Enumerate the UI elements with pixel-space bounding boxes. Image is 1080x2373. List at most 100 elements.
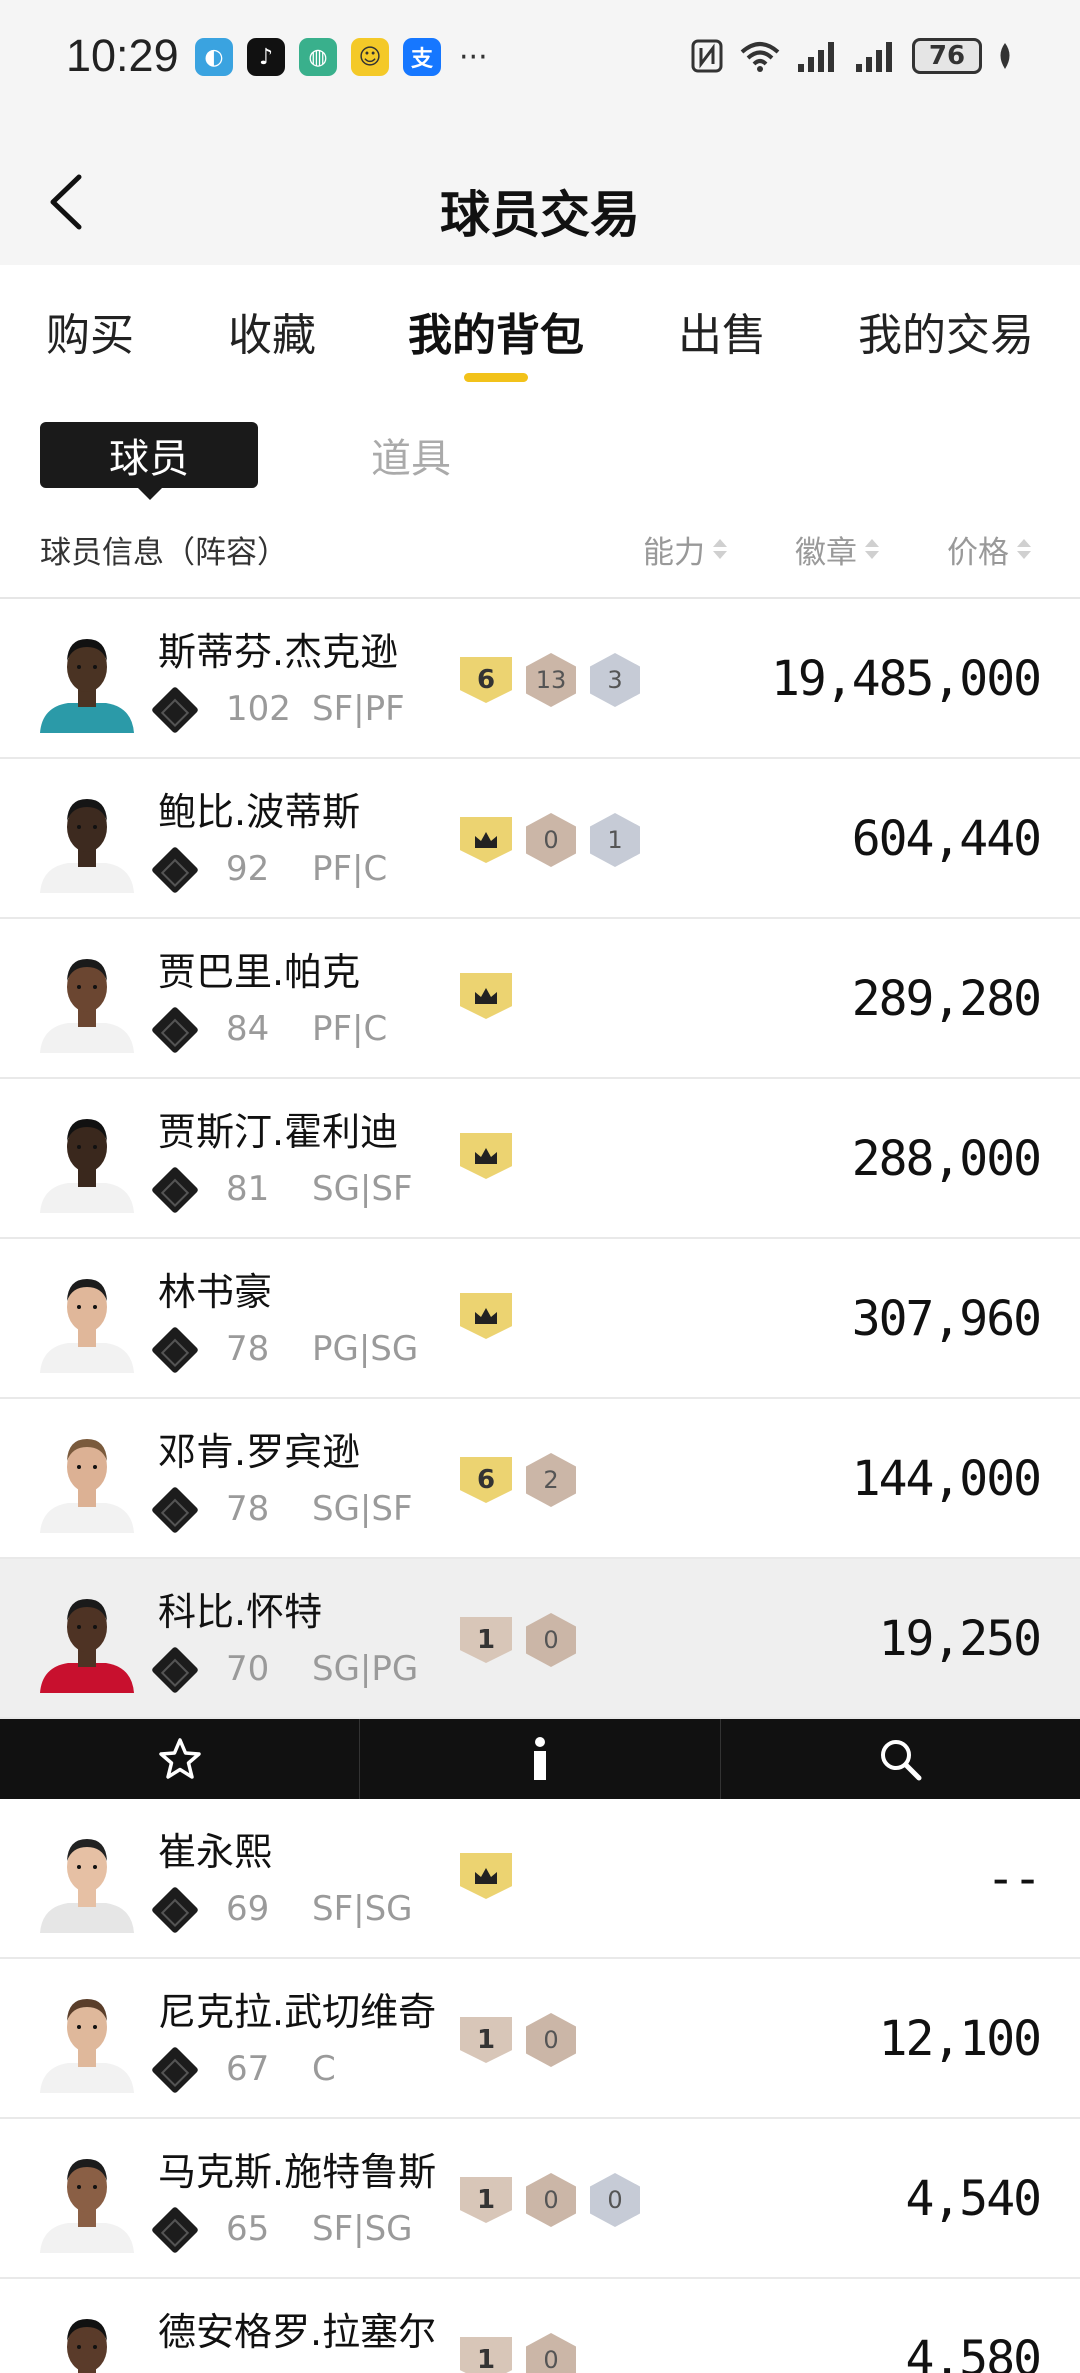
charging-leaf-icon [1000, 43, 1010, 69]
bronze-badge-count: 0 [526, 2013, 576, 2067]
favorite-button[interactable] [0, 1719, 361, 1799]
tier-badge: 6 [460, 1457, 512, 1503]
player-name: 鲍比.波蒂斯 [158, 790, 361, 834]
sort-badges[interactable]: 徽章 [795, 527, 879, 572]
tab-sell[interactable]: 出售 [678, 299, 766, 363]
player-rating: 70 [226, 1649, 270, 1689]
player-price: 19,485,000 [771, 651, 1042, 707]
notification-icons: ◐ ♪ ◍ ☺ 支 ··· [195, 38, 488, 76]
player-price: 19,250 [878, 1611, 1042, 1667]
info-button[interactable] [360, 1719, 721, 1799]
badge-group [460, 1853, 512, 1899]
bronze-badge-count: 2 [526, 1453, 576, 1507]
player-tier-icon [150, 685, 200, 735]
player-avatar [40, 1279, 134, 1373]
player-row[interactable]: 尼克拉.武切维奇 67 C 1 0 12,100 [0, 1959, 1080, 2119]
silver-badge-count: 1 [590, 813, 640, 867]
player-rating: 67 [226, 2049, 270, 2089]
nfc-icon [691, 39, 723, 73]
player-rating: 102 [226, 689, 291, 729]
player-avatar [40, 1439, 134, 1533]
player-tier-icon [150, 1005, 200, 1055]
badge-group [460, 1293, 512, 1339]
player-name: 贾斯汀.霍利迪 [158, 1110, 399, 1154]
tab-favorites[interactable]: 收藏 [228, 299, 316, 363]
segment-items[interactable]: 道具 [302, 422, 520, 488]
segment-players[interactable]: 球员 [40, 422, 258, 500]
player-name: 科比.怀特 [158, 1590, 323, 1634]
player-row[interactable]: 德安格罗.拉塞尔 1 0 4,580 [0, 2279, 1080, 2373]
tab-my-bag[interactable]: 我的背包 [408, 299, 584, 363]
player-row[interactable]: 马克斯.施特鲁斯 65 SF|SG 1 0 0 4,540 [0, 2119, 1080, 2279]
col-ability-label: 能力 [643, 535, 705, 571]
badge-group [460, 1133, 512, 1179]
player-name: 崔永熙 [158, 1830, 273, 1874]
app-icon-yellow: ☺ [351, 38, 389, 76]
player-row[interactable]: 邓肯.罗宾逊 78 SG|SF 6 2 144,000 [0, 1399, 1080, 1559]
player-rating: 81 [226, 1169, 270, 1209]
col-price-label: 价格 [947, 535, 1009, 571]
star-icon [158, 1738, 201, 1779]
row-action-bar [0, 1719, 1080, 1799]
tab-buy[interactable]: 购买 [46, 299, 134, 363]
player-avatar [40, 799, 134, 893]
crown-tier-badge [460, 973, 512, 1019]
player-tier-icon [150, 1885, 200, 1935]
tier-badge: 6 [460, 657, 512, 703]
player-avatar [40, 959, 134, 1053]
crown-tier-badge [460, 1293, 512, 1339]
player-rating: 65 [226, 2209, 270, 2249]
badge-group: 10 [460, 2333, 576, 2373]
player-position: SF|SG [312, 1889, 413, 1929]
player-price: 4,540 [905, 2171, 1042, 2227]
player-name: 林书豪 [158, 1270, 273, 1314]
player-tier-icon [150, 2205, 200, 2255]
silver-badge-count: 3 [590, 653, 640, 707]
player-avatar [40, 639, 134, 733]
player-row[interactable]: 科比.怀特 70 SG|PG 1 0 19,250 [0, 1559, 1080, 1719]
player-tier-icon [150, 1325, 200, 1375]
top-nav: 球员交易 [0, 125, 1080, 265]
player-position: PF|C [312, 1009, 388, 1049]
player-name: 贾巴里.帕克 [158, 950, 361, 994]
sort-ability[interactable]: 能力 [643, 527, 727, 572]
player-avatar [40, 1839, 134, 1933]
col-player-info-label: 球员信息（阵容） [40, 535, 288, 571]
player-position: SG|SF [312, 1169, 413, 1209]
crown-tier-badge [460, 1133, 512, 1179]
crown-icon [475, 1148, 497, 1164]
player-row[interactable]: 崔永熙 69 SF|SG -- [0, 1799, 1080, 1959]
app-icon-mobile: ◐ [195, 38, 233, 76]
player-rating: 78 [226, 1489, 270, 1529]
bronze-badge-count: 0 [526, 2173, 576, 2227]
bronze-badge-count: 0 [526, 2333, 576, 2373]
player-name: 德安格罗.拉塞尔 [158, 2310, 437, 2354]
player-price: 4,580 [905, 2331, 1042, 2373]
tier-badge: 1 [460, 2177, 512, 2223]
player-row[interactable]: 贾巴里.帕克 84 PF|C 289,280 [0, 919, 1080, 1079]
tier-badge: 1 [460, 2017, 512, 2063]
bronze-badge-count: 0 [526, 813, 576, 867]
badge-group: 100 [460, 2173, 640, 2227]
crown-icon [475, 1868, 497, 1884]
crown-tier-badge [460, 1853, 512, 1899]
player-list: 斯蒂芬.杰克逊 102 SF|PF 6 13 3 19,485,000 鲍比.波蒂斯 92 PF|… [0, 597, 1080, 2373]
crown-icon [475, 832, 497, 848]
tab-my-trades[interactable]: 我的交易 [858, 299, 1034, 363]
status-time: 10:29 [66, 30, 179, 81]
player-avatar [40, 2159, 134, 2253]
player-row[interactable]: 鲍比.波蒂斯 92 PF|C 0 1 604,440 [0, 759, 1080, 919]
player-tier-icon [150, 2045, 200, 2095]
sort-icon [865, 538, 879, 561]
sort-price[interactable]: 价格 [947, 527, 1031, 572]
player-row[interactable]: 斯蒂芬.杰克逊 102 SF|PF 6 13 3 19,485,000 [0, 599, 1080, 759]
info-icon [533, 1737, 546, 1780]
bronze-badge-count: 13 [526, 653, 576, 707]
player-tier-icon [150, 845, 200, 895]
player-row[interactable]: 贾斯汀.霍利迪 81 SG|SF 288,000 [0, 1079, 1080, 1239]
signal-icon [798, 42, 834, 72]
player-price: 289,280 [851, 971, 1042, 1027]
player-row[interactable]: 林书豪 78 PG|SG 307,960 [0, 1239, 1080, 1399]
search-button[interactable] [721, 1719, 1080, 1799]
player-price: 307,960 [851, 1291, 1042, 1347]
